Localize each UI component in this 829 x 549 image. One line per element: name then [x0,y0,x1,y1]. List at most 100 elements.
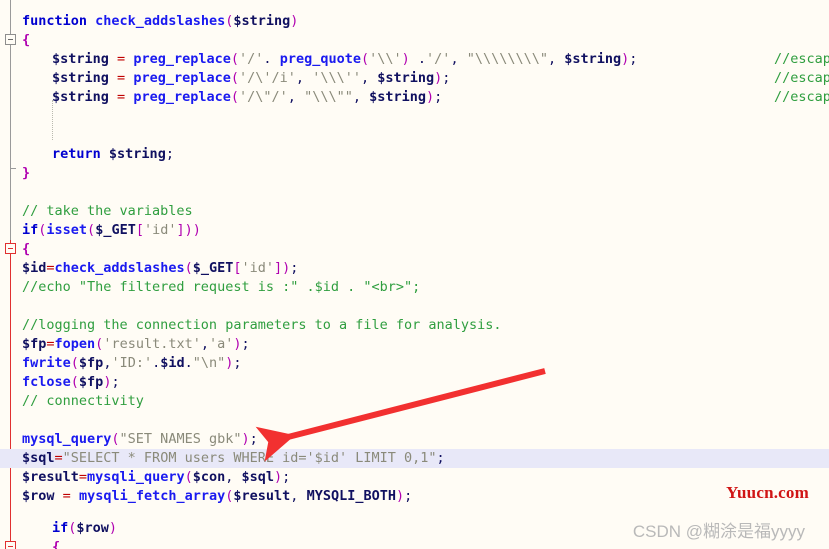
code-token: ; [290,260,299,276]
code-token: ) [233,336,242,352]
code-text-area[interactable]: function check_addslashes($string){$stri… [0,0,829,549]
code-token: $sql [241,469,275,485]
code-token: "\\\\\\\\" [466,51,548,67]
code-token: , [450,51,467,67]
code-line[interactable]: mysql_query("SET NAMES gbk"); [22,430,258,449]
code-line[interactable]: $string = preg_replace('/\'/i', '\\\'', … [22,69,450,88]
code-token: = [62,488,71,504]
fold-toggle-icon[interactable] [5,34,16,45]
code-line-highlighted[interactable]: $sql="SELECT * FROM users WHERE id='$id'… [0,449,829,468]
code-line[interactable]: // take the variables [22,202,193,221]
code-token: $fp [78,355,104,371]
code-token: 'id' [241,260,275,276]
code-line[interactable]: $result=mysqli_query($con, $sql); [22,468,290,487]
code-token: fopen [54,336,96,352]
code-token: ( [184,260,193,276]
trailing-comment: //escap [774,70,829,86]
code-token: ; [241,336,250,352]
code-token: ( [184,469,193,485]
code-token: isset [46,222,88,238]
code-token: preg_replace [133,51,231,67]
code-token: ( [230,89,240,105]
code-token: MYSQLI_BOTH [306,488,396,504]
code-token: ; [436,450,445,466]
code-token: ) [401,51,410,67]
code-token: = [78,469,88,485]
csdn-author-watermark: CSDN @糊涂是福yyyy [632,522,805,541]
code-token: $fp [78,374,104,390]
code-line[interactable]: $string = preg_replace('/\"/', "\\\"", $… [22,88,442,107]
code-token: , [287,89,305,105]
code-token: $result [22,469,79,485]
code-token: { [52,539,61,549]
code-token: $fp [22,336,47,352]
fold-toggle-icon[interactable] [5,541,16,549]
code-line[interactable]: $fp=fopen('result.txt','a'); [22,335,250,354]
code-token: ( [360,51,370,67]
code-line[interactable]: if(isset($_GET['id'])) [22,221,201,240]
code-token: $_GET [95,222,136,238]
code-line[interactable]: $row = mysqli_fetch_array($result, MYSQL… [22,487,412,506]
code-line[interactable]: $string = preg_replace('/'. preg_quote('… [22,50,637,69]
code-token: , [200,336,209,352]
code-line[interactable]: } [22,164,30,183]
code-line[interactable]: if($row) [22,519,117,538]
code-token: ; [434,89,443,105]
code-token: { [22,241,31,257]
code-token: } [22,165,31,181]
code-token: $string [377,70,435,86]
code-token: mysqli_query [87,469,185,485]
code-token: preg_quote [279,51,361,67]
code-token: check_addslashes [87,13,226,29]
code-token: . [184,355,193,371]
code-token: //logging the connection parameters to a… [22,317,502,333]
code-line[interactable]: function check_addslashes($string) [22,12,298,31]
indent-guide-line [52,100,54,140]
code-token: , [225,469,242,485]
code-line[interactable]: $id=check_addslashes($_GET['id']); [22,259,298,278]
code-token: ; [442,70,451,86]
code-line[interactable]: { [22,31,30,50]
code-line[interactable]: // connectivity [22,392,144,411]
fold-toggle-icon[interactable] [5,243,16,254]
code-line[interactable]: { [22,538,60,549]
code-line[interactable]: fwrite($fp,'ID:'.$id."\n"); [22,354,242,373]
code-token: $string [233,13,291,29]
code-token: fclose [22,374,71,390]
code-token: , [295,70,313,86]
code-token: "\\\"" [304,89,353,105]
code-token: fwrite [22,355,71,371]
code-token: = [117,70,126,86]
code-token: '/' [426,51,451,67]
code-token: ) [108,520,118,536]
code-token: ; [111,374,120,390]
code-token: . [417,51,427,67]
code-token: '\\\'' [312,70,361,86]
code-line[interactable]: return $string; [22,145,174,164]
code-token: ( [111,431,120,447]
code-token: ( [230,70,240,86]
code-token: // connectivity [22,393,144,409]
code-line[interactable]: fclose($fp); [22,373,120,392]
code-token: $string [52,89,109,105]
fold-rail-active [10,240,11,549]
code-token: if [52,520,69,536]
trailing-comment: //escap [774,89,829,105]
code-editor-viewport[interactable]: function check_addslashes($string){$stri… [0,0,829,549]
code-line[interactable]: { [22,240,30,259]
code-token: ) [290,13,299,29]
code-line[interactable]: //logging the connection parameters to a… [22,316,502,335]
code-token: $string [564,51,622,67]
code-token: = [46,260,55,276]
code-token: "SET NAMES gbk" [119,431,242,447]
code-line[interactable]: //echo "The filtered request is :" .$id … [22,278,420,297]
code-token: = [54,450,63,466]
code-token: mysqli_fetch_array [78,488,226,504]
code-token: $string [52,51,109,67]
